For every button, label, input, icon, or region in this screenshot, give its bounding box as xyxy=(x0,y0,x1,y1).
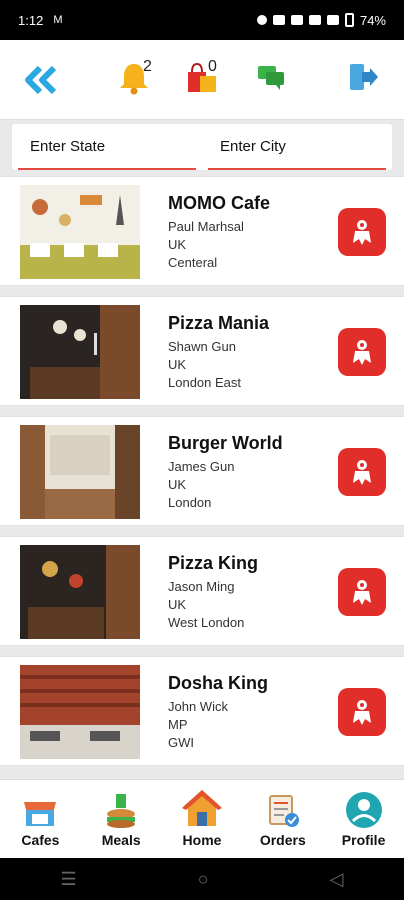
nav-profile[interactable]: Profile xyxy=(323,780,404,858)
cafe-info: Burger World James Gun UK London xyxy=(168,433,283,512)
cafe-country: UK xyxy=(168,237,187,252)
nav-cafes-label: Cafes xyxy=(21,832,60,848)
double-chevron-left-icon xyxy=(25,65,57,95)
android-nav-bar: ☰ ○ ◁ xyxy=(0,858,404,900)
chat-icon xyxy=(258,66,284,90)
nav-orders-label: Orders xyxy=(259,832,306,848)
nav-cafes[interactable]: Cafes xyxy=(0,780,81,858)
cafe-name: Pizza Mania xyxy=(168,313,270,333)
cart-button[interactable] xyxy=(184,60,224,100)
cafe-area: London East xyxy=(168,375,242,390)
notifications-badge: 2 xyxy=(143,58,152,75)
logout-icon xyxy=(350,64,378,90)
city-input[interactable]: Enter City xyxy=(208,124,386,170)
cafe-country: UK xyxy=(168,357,187,372)
chat-button[interactable] xyxy=(254,60,294,100)
cafe-image xyxy=(20,185,140,279)
profile-icon xyxy=(345,792,382,828)
bottom-nav: Cafes Meals Home Orders Profile xyxy=(0,779,404,858)
battery-level: 74% xyxy=(359,12,386,28)
city-input-placeholder: Enter City xyxy=(220,137,286,155)
nav-profile-label: Profile xyxy=(341,832,386,848)
top-bar: 2 0 xyxy=(0,40,404,120)
cafe-list: MOMO Cafe Paul Marhsal UK Centeral Pizza… xyxy=(0,176,404,776)
cafe-info: Pizza Mania Shawn Gun UK London East xyxy=(168,313,269,392)
signal-icon xyxy=(308,15,321,25)
cafe-country: UK xyxy=(168,477,187,492)
wifi-icon xyxy=(272,15,285,25)
cafe-card[interactable]: Dosha King John Wick MP GWI xyxy=(0,656,404,766)
battery-icon xyxy=(344,13,354,27)
cafe-open-button[interactable] xyxy=(338,688,386,736)
cafe-card[interactable]: MOMO Cafe Paul Marhsal UK Centeral xyxy=(0,176,404,286)
cafe-owner: Paul Marhsal xyxy=(168,219,244,234)
recents-icon[interactable]: ☰ xyxy=(61,869,77,890)
cafe-owner: Jason Ming xyxy=(168,579,235,594)
cafe-name: MOMO Cafe xyxy=(168,193,271,213)
cafe-open-button[interactable] xyxy=(338,208,386,256)
cafe-area: London xyxy=(168,495,212,510)
cafe-area: West London xyxy=(168,615,245,630)
cafe-owner: John Wick xyxy=(168,699,228,714)
cafe-image xyxy=(20,305,140,399)
nav-home-label: Home xyxy=(182,832,222,848)
nav-home[interactable]: Home xyxy=(162,780,243,858)
status-time: 1:12 xyxy=(18,12,44,28)
cafe-owner: James Gun xyxy=(168,459,235,474)
state-input-placeholder: Enter State xyxy=(30,137,106,155)
cafe-area: GWI xyxy=(168,735,194,750)
nav-orders[interactable]: Orders xyxy=(242,780,323,858)
mascot-icon xyxy=(353,220,371,245)
status-bar: 1:12 M 74% xyxy=(0,0,404,40)
back-button[interactable] xyxy=(22,60,62,100)
nav-meals-label: Meals xyxy=(101,832,141,848)
cafe-owner: Shawn Gun xyxy=(168,339,236,354)
cafe-image xyxy=(20,425,140,519)
orders-clipboard-icon xyxy=(268,795,299,827)
location-filter: Enter State Enter City xyxy=(12,124,392,170)
cafe-card[interactable]: Pizza Mania Shawn Gun UK London East xyxy=(0,296,404,406)
mascot-icon xyxy=(353,460,371,485)
cafe-info: Pizza King Jason Ming UK West London xyxy=(168,553,258,632)
meal-icon xyxy=(107,794,136,828)
home-icon xyxy=(181,790,222,826)
cart-badge: 0 xyxy=(208,58,217,75)
cafe-store-icon xyxy=(24,802,57,826)
cafe-info: Dosha King John Wick MP GWI xyxy=(168,673,268,752)
call-icon xyxy=(290,15,303,25)
cafe-open-button[interactable] xyxy=(338,568,386,616)
cafe-image xyxy=(20,665,140,759)
logout-button[interactable] xyxy=(346,60,386,100)
cafe-name: Burger World xyxy=(168,433,283,453)
alarm-icon xyxy=(256,15,267,25)
nav-meals[interactable]: Meals xyxy=(81,780,162,858)
cafe-area: Centeral xyxy=(168,255,218,270)
cafe-card[interactable]: Burger World James Gun UK London xyxy=(0,416,404,526)
cafe-name: Dosha King xyxy=(168,673,269,693)
cafe-name: Pizza King xyxy=(168,553,259,573)
mascot-icon xyxy=(353,580,371,605)
mascot-icon xyxy=(353,700,371,725)
home-circle-icon[interactable]: ○ xyxy=(198,869,209,890)
cafe-country: UK xyxy=(168,597,187,612)
gmail-icon: M xyxy=(53,14,63,26)
cafe-info: MOMO Cafe Paul Marhsal UK Centeral xyxy=(168,193,270,272)
cafe-card[interactable]: Pizza King Jason Ming UK West London xyxy=(0,536,404,646)
cafe-open-button[interactable] xyxy=(338,328,386,376)
cafe-open-button[interactable] xyxy=(338,448,386,496)
back-triangle-icon[interactable]: ◁ xyxy=(330,869,344,890)
mascot-icon xyxy=(353,340,371,365)
signal-icon-2 xyxy=(326,15,339,25)
cafe-image xyxy=(20,545,140,639)
cafe-country: MP xyxy=(168,717,188,732)
state-input[interactable]: Enter State xyxy=(18,124,196,170)
